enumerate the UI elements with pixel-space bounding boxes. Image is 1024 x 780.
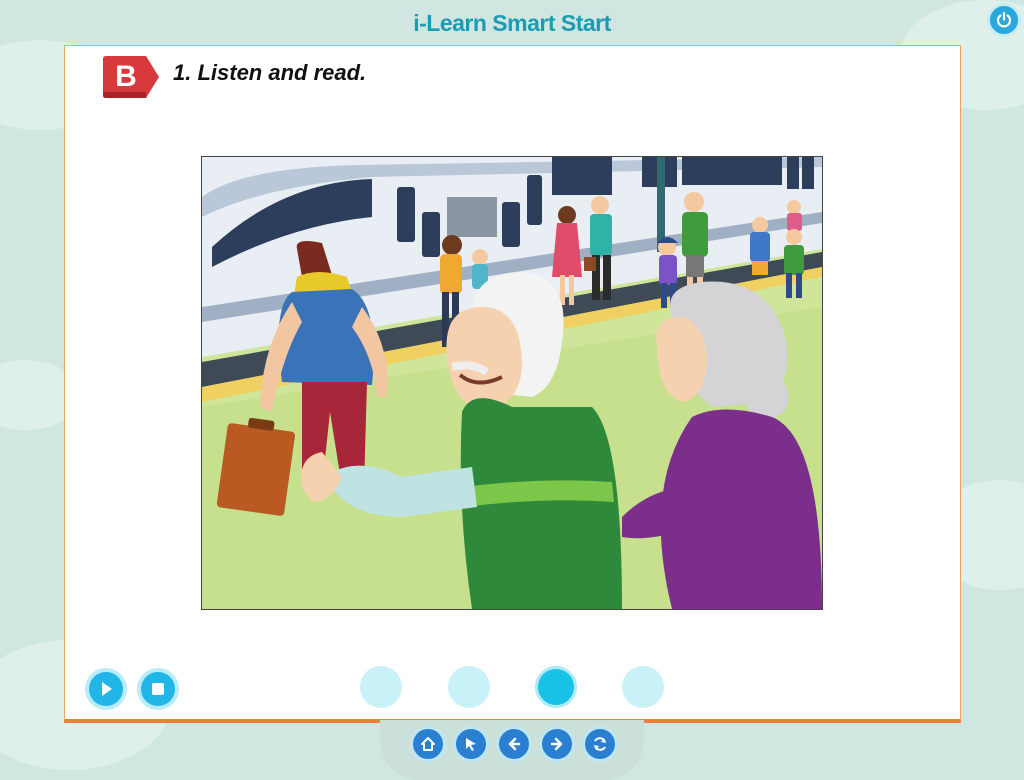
section-badge: B	[101, 55, 161, 99]
power-icon	[996, 11, 1012, 28]
page-dot-1[interactable]	[360, 666, 402, 708]
forward-button[interactable]	[539, 726, 575, 762]
home-button[interactable]	[410, 726, 446, 762]
page-dot-3[interactable]	[535, 666, 577, 708]
lesson-panel: B 1. Listen and read.	[64, 45, 961, 723]
app-title: i-Learn Smart Start	[413, 10, 611, 36]
page-dot-4[interactable]	[622, 666, 664, 708]
back-icon	[508, 737, 521, 751]
play-button[interactable]	[85, 668, 127, 710]
cursor-button[interactable]	[453, 726, 489, 762]
forward-icon	[550, 737, 563, 751]
stop-icon	[152, 683, 164, 695]
badge-letter: B	[115, 60, 137, 93]
refresh-icon	[594, 737, 606, 751]
refresh-button[interactable]	[582, 726, 618, 762]
play-icon	[102, 682, 112, 696]
page-dot-2[interactable]	[448, 666, 490, 708]
back-button[interactable]	[496, 726, 532, 762]
home-icon	[421, 737, 435, 751]
power-button[interactable]	[987, 3, 1021, 37]
cursor-icon	[466, 738, 476, 751]
instruction-text: 1. Listen and read.	[173, 60, 367, 85]
train-station-illustration	[201, 156, 823, 610]
stop-button[interactable]	[137, 668, 179, 710]
